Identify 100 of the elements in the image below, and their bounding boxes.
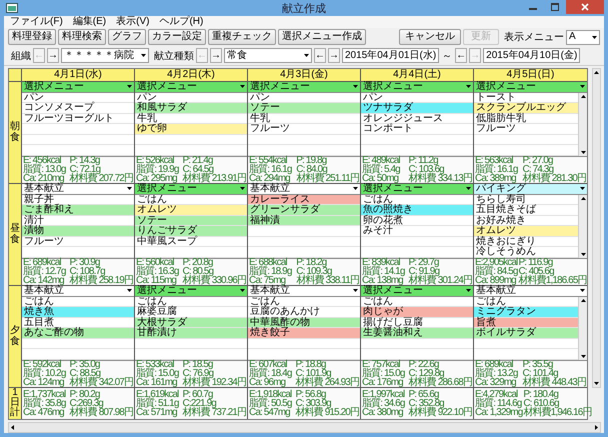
toolbar-button[interactable]: カラー設定 (148, 29, 206, 46)
dish-cell[interactable]: 魚の照焼き (361, 205, 473, 216)
menu-item[interactable]: 表示(V) (116, 16, 150, 28)
dish-cell[interactable]: ごはん (135, 194, 247, 206)
dish-cell[interactable]: フルーツヨーグルト (22, 114, 134, 124)
dish-cell[interactable]: カレーライス (248, 194, 360, 206)
dish-cell[interactable]: ごはん (474, 296, 578, 308)
menu-type-dropdown[interactable]: 選択メニュー (135, 286, 247, 297)
dish-cell[interactable]: フルーツ (248, 124, 360, 135)
dish-cell[interactable]: ごはん (361, 194, 473, 206)
dish-cell[interactable]: ちらし寿司 (474, 194, 578, 206)
dish-cell[interactable]: 冷しそうめん (474, 247, 578, 258)
toolbar-button[interactable]: 料理登録 (8, 29, 56, 46)
menu-item[interactable]: ファイル(F) (10, 16, 63, 28)
previous-button[interactable]: ← (455, 48, 468, 64)
menu-type-dropdown[interactable]: 選択メニュー (361, 286, 473, 297)
app-icon (6, 3, 18, 13)
next-button[interactable]: → (328, 48, 340, 64)
menu-type-dropdown[interactable]: 基本献立 (474, 286, 587, 297)
menu-type-dropdown[interactable]: 選択メニュー (474, 82, 587, 93)
dish-cell[interactable]: オムレツ (135, 205, 247, 216)
menu-item[interactable]: ヘルプ(H) (159, 16, 204, 28)
menu-type-dropdown[interactable]: バイキング (474, 184, 587, 195)
menu-type-dropdown[interactable]: 選択メニュー (135, 82, 247, 93)
dish-cell[interactable]: フルーツ (474, 124, 578, 135)
menu-item[interactable]: 編集(E) (72, 16, 106, 28)
dish-cell[interactable]: 和風サラダ (135, 103, 247, 114)
dish-cell[interactable]: 牛乳 (248, 114, 360, 124)
dish-cell[interactable]: ごはん (22, 296, 134, 308)
date-field[interactable]: 2015年04月01日(水) (342, 48, 440, 64)
dish-cell[interactable]: 五目焼きそば (474, 205, 578, 216)
filter-dropdown[interactable]: 常食 (224, 48, 312, 64)
menu-type-dropdown[interactable]: 基本献立 (22, 286, 134, 297)
dish-cell[interactable]: オレンジジュース (361, 114, 473, 124)
dish-cell[interactable]: 低脂肪牛乳 (474, 114, 578, 124)
menu-type-dropdown[interactable]: 選択メニュー (361, 184, 473, 195)
menu-type-dropdown[interactable]: 選択メニュー (361, 82, 473, 93)
dish-cell[interactable]: お好み焼き (474, 216, 578, 226)
dish-cell[interactable]: ソテー (248, 103, 360, 114)
dish-cell[interactable]: ゆで卵 (135, 124, 247, 135)
scrollbar[interactable] (578, 92, 587, 156)
dish-cell[interactable]: 焼き餃子 (248, 328, 360, 339)
dish-cell[interactable]: 五目煮 (22, 318, 134, 328)
dish-cell[interactable]: フルーツ (22, 236, 134, 248)
dish-cell[interactable]: ツナサラダ (361, 103, 473, 114)
dish-cell[interactable]: ボイルサラダ (474, 328, 578, 339)
menu-type-dropdown[interactable]: 選択メニュー (248, 82, 360, 93)
dish-cell[interactable]: コンソメスープ (22, 103, 134, 114)
daily-total-value: Ca: 571mg (136, 408, 177, 417)
dish-cell[interactable]: オムレツ (474, 226, 578, 237)
toolbar-button[interactable]: 選択メニュー作成 (278, 29, 366, 46)
dish-cell[interactable]: コンポート (361, 124, 473, 135)
dish-cell[interactable]: 焼きおにぎり (474, 236, 578, 248)
menu-type-dropdown[interactable]: 基本献立 (248, 184, 360, 195)
dish-cell[interactable]: 漬物 (22, 226, 134, 237)
dish-cell[interactable]: 福神漬 (248, 216, 360, 226)
dish-cell[interactable]: 中華風酢の物 (248, 318, 360, 328)
toolbar-button[interactable]: グラフ (108, 29, 146, 46)
date-field[interactable]: 2015年04月10日(金) (483, 48, 580, 64)
dish-cell[interactable]: スクランブルエッグ (474, 103, 578, 114)
dish-cell[interactable]: ミニグラタン (474, 307, 578, 318)
display-menu-dropdown[interactable]: A (566, 30, 600, 45)
dish-cell[interactable]: グリーンサラダ (248, 205, 360, 216)
scrollbar[interactable] (592, 68, 601, 388)
dish-cell[interactable]: パン (361, 92, 473, 104)
filter-dropdown[interactable]: ＊＊＊＊＊病院 (61, 48, 149, 64)
dish-cell[interactable]: 中華風スープ (135, 236, 247, 248)
menu-type-dropdown[interactable]: 基本献立 (248, 286, 360, 297)
scrollbar[interactable] (578, 296, 587, 360)
dish-cell[interactable]: 生姜醤油和え (361, 328, 473, 339)
dish-cell[interactable]: あなご酢の物 (22, 328, 134, 339)
daily-total-value: 材料費 915.20円 (296, 408, 359, 417)
caret-icon (580, 289, 585, 292)
dish-cell[interactable]: トースト (474, 92, 578, 104)
dish-cell[interactable]: パン (248, 92, 360, 104)
next-button[interactable]: → (47, 48, 59, 64)
toolbar-button[interactable]: 重複チェック (208, 29, 276, 46)
dish-cell[interactable]: 旨煮 (474, 318, 578, 328)
toolbar-button[interactable]: キャンセル (399, 29, 461, 46)
menu-type-dropdown[interactable]: 選択メニュー (135, 184, 247, 195)
nutrition-value: 材料費 334.13円 (408, 174, 472, 184)
dish-cell[interactable]: みそ汁 (361, 226, 473, 237)
dish-cell[interactable]: ソテー (135, 216, 247, 226)
dish-cell[interactable]: 肉じゃが (361, 307, 473, 318)
scrollbar[interactable] (578, 194, 587, 258)
menu-type-dropdown[interactable]: 選択メニュー (22, 82, 134, 93)
menu-type-dropdown[interactable]: 基本献立 (22, 184, 134, 195)
horizontal-scrollbar[interactable] (8, 422, 601, 434)
dish-cell[interactable]: りんごサラダ (135, 226, 247, 237)
next-button[interactable]: → (210, 48, 222, 64)
previous-button[interactable]: ← (314, 48, 326, 64)
dish-cell[interactable]: 豆腐のあんかけ (248, 307, 360, 318)
toolbar-button[interactable]: 料理検索 (58, 29, 106, 46)
dish-cell[interactable]: 焼き魚 (22, 307, 134, 318)
dish-cell[interactable]: ごはん (361, 296, 473, 308)
dish-cell[interactable]: 麻婆豆腐 (135, 307, 247, 318)
close-button[interactable] (566, 0, 604, 14)
dish-cell[interactable]: ごま酢和え (22, 205, 134, 216)
dish-cell[interactable]: 甘酢漬け (135, 328, 247, 339)
nutrition-value: Ca: 96mg (249, 378, 286, 388)
